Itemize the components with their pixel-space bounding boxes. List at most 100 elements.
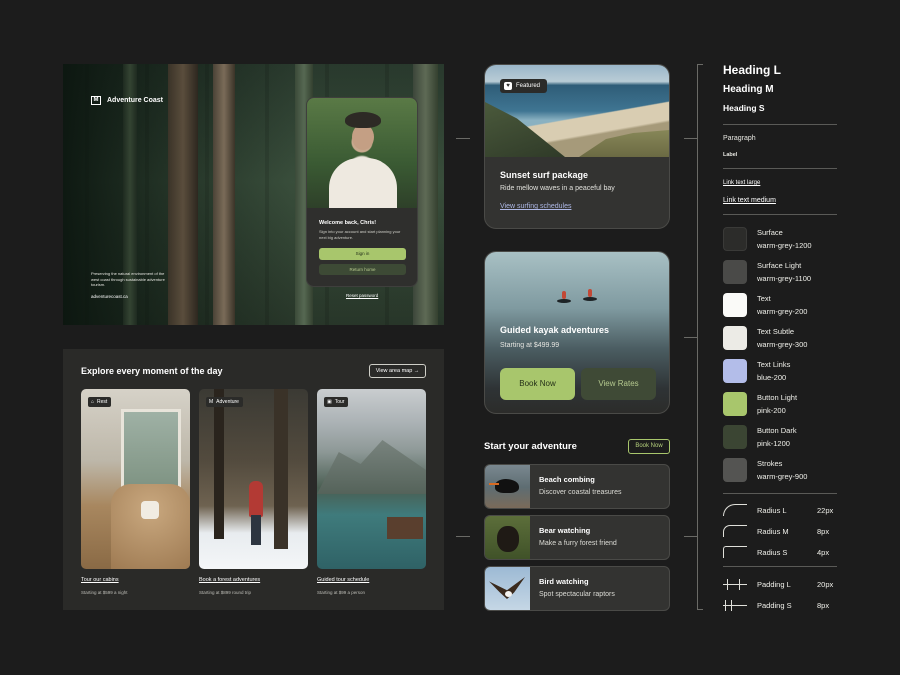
tree-trunk — [274, 389, 288, 549]
swatch-text — [723, 293, 747, 317]
beach-hill — [485, 102, 565, 157]
view-area-map-button[interactable]: View area map → — [369, 364, 426, 378]
return-home-button[interactable]: Return home — [319, 264, 406, 275]
swatch-button-dark-label: Button Dark pink-1200 — [757, 424, 797, 450]
radius-s-value: 4px — [817, 548, 830, 557]
explore-card-tour[interactable]: ▣ Tour — [317, 389, 426, 569]
guide-separator — [723, 124, 837, 125]
list-item-title: Bear watching — [539, 526, 591, 535]
oystercatcher — [495, 479, 519, 493]
swatch-token: pink-200 — [757, 406, 786, 415]
view-rates-button[interactable]: View Rates — [581, 368, 656, 400]
home-icon: ⌂ — [91, 399, 95, 405]
swatch-text-links-label: Text Links blue-200 — [757, 358, 790, 384]
padding-mark — [731, 600, 732, 611]
swatch-strokes — [723, 458, 747, 482]
book-now-outline-button[interactable]: Book Now — [628, 439, 670, 454]
tag-label: Adventure — [216, 399, 239, 405]
tag-label: Rest — [97, 399, 108, 405]
list-item-bird-watching[interactable]: Bird watching Spot spectacular raptors — [484, 566, 670, 611]
list-item-subtitle: Spot spectacular raptors — [539, 591, 615, 598]
forest-adventure-link[interactable]: Book a forest adventures — [199, 577, 260, 583]
mountain — [317, 440, 426, 494]
list-item-bear-watching[interactable]: Bear watching Make a furry forest friend — [484, 515, 670, 560]
swatch-name: Strokes — [757, 459, 783, 468]
mug — [141, 501, 159, 519]
swatch-text-label: Text warm-grey-200 — [757, 292, 807, 318]
login-card: Welcome back, Chris! Sign into your acco… — [306, 97, 418, 287]
sign-in-button[interactable]: Sign in — [319, 248, 406, 260]
tag-adventure: M Adventure — [206, 397, 243, 407]
swatch-surface — [723, 227, 747, 251]
kayak-icon — [557, 299, 571, 303]
bear — [497, 526, 519, 552]
radius-l-icon — [723, 504, 747, 516]
paddler-figure — [588, 289, 592, 297]
guide-divider — [697, 64, 698, 610]
explore-card-rest[interactable]: ⌂ Rest — [81, 389, 190, 569]
brand-logo[interactable]: M Adventure Coast — [91, 96, 163, 105]
list-item-title: Bird watching — [539, 577, 589, 586]
kayak-icon — [583, 297, 597, 301]
bird-thumbnail — [485, 465, 530, 508]
featured-tag-label: Featured — [516, 83, 541, 89]
explore-card-adventure[interactable]: M Adventure — [199, 389, 308, 569]
tag-rest: ⌂ Rest — [88, 397, 112, 407]
explore-title: Explore every moment of the day — [81, 366, 223, 376]
hero-site-link[interactable]: adventurecoast.ca — [91, 294, 128, 299]
connector-line — [456, 138, 470, 139]
tour-price: Starting at $99 a person — [317, 590, 366, 595]
link-large-sample[interactable]: Link text large — [723, 180, 760, 186]
swatch-name: Button Light — [757, 393, 798, 402]
connector-line — [684, 337, 698, 338]
radius-s-label: Radius S — [757, 548, 788, 557]
eagle-head — [505, 591, 512, 597]
featured-card[interactable]: ♥ Featured Sunset surf package Ride mell… — [484, 64, 670, 229]
link-medium-sample[interactable]: Link text medium — [723, 197, 776, 204]
start-adventure-title: Start your adventure — [484, 441, 577, 452]
paragraph-sample: Paragraph — [723, 135, 756, 142]
heading-l-sample: Heading L — [723, 63, 782, 77]
swatch-text-subtle-label: Text Subtle warm-grey-300 — [757, 325, 807, 351]
tag-tour: ▣ Tour — [324, 397, 349, 407]
swatch-text-links — [723, 359, 747, 383]
swatch-token: warm-grey-900 — [757, 472, 808, 481]
surfing-schedules-link[interactable]: View surfing schedules — [500, 203, 571, 210]
padding-mark — [727, 579, 728, 590]
login-text: Sign into your account and start plannin… — [319, 229, 401, 240]
swatch-name: Text Links — [757, 360, 791, 369]
login-photo — [307, 98, 417, 208]
bear-thumbnail — [485, 516, 530, 559]
swatch-name: Surface Light — [757, 261, 802, 270]
padding-s-value: 8px — [817, 601, 830, 610]
tour-schedule-link[interactable]: Guided tour schedule — [317, 577, 369, 583]
radius-m-label: Radius M — [757, 527, 789, 536]
connector-line — [684, 138, 698, 139]
blanket — [111, 484, 190, 569]
beak — [489, 483, 499, 485]
connector-line — [456, 536, 470, 537]
guide-separator — [723, 493, 837, 494]
swatch-surface-label: Surface warm-grey-1200 — [757, 226, 812, 252]
hiker — [249, 481, 263, 517]
swatch-token: warm-grey-200 — [757, 307, 808, 316]
book-now-button[interactable]: Book Now — [500, 368, 575, 400]
logo-icon: M — [209, 399, 214, 405]
radius-m-value: 8px — [817, 527, 830, 536]
guide-separator — [723, 168, 837, 169]
tour-cabins-link[interactable]: Tour our cabins — [81, 577, 119, 583]
padding-l-label: Padding L — [757, 580, 791, 589]
swatch-name: Text — [757, 294, 771, 303]
reset-password-link[interactable]: Reset password — [346, 293, 378, 298]
kayak-card: Guided kayak adventures Starting at $499… — [484, 251, 670, 414]
eagle-thumbnail — [485, 567, 530, 610]
padding-s-icon — [723, 600, 747, 611]
list-item-beach-combing[interactable]: Beach combing Discover coastal treasures — [484, 464, 670, 509]
hero-description: Preserving the natural environment of th… — [91, 271, 165, 287]
guide-separator — [723, 566, 837, 567]
boathouse — [387, 517, 423, 539]
list-item-title: Beach combing — [539, 475, 595, 484]
label-sample: Label — [723, 152, 738, 158]
padding-mark — [725, 600, 726, 611]
logo-icon: M — [91, 96, 101, 105]
